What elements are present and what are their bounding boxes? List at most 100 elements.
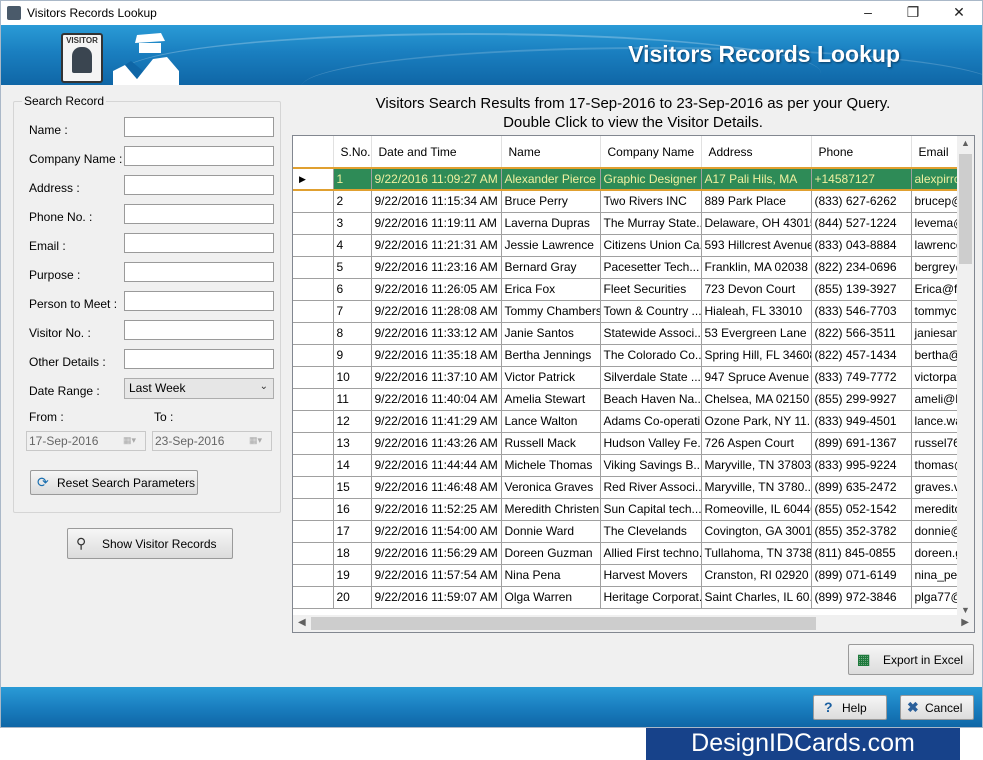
table-cell: 3 bbox=[333, 212, 372, 235]
row-header[interactable] bbox=[293, 300, 334, 323]
table-cell: Bertha Jennings bbox=[501, 344, 601, 367]
table-row[interactable]: 13 9/22/2016 11:43:26 AM Russell Mack Hudso… bbox=[293, 432, 974, 455]
export-excel-button[interactable]: ▦ Export in Excel bbox=[848, 644, 974, 675]
row-header[interactable] bbox=[293, 542, 334, 565]
table-row[interactable]: 8 9/22/2016 11:33:12 AM Janie Santos Statew… bbox=[293, 322, 974, 345]
table-cell: Town & Country ... bbox=[600, 300, 702, 323]
horizontal-scroll-thumb[interactable] bbox=[311, 617, 816, 630]
visitor-results-grid[interactable]: S.No. Date and Time Name Company Name Ad… bbox=[292, 135, 975, 633]
table-row[interactable]: 19 9/22/2016 11:57:54 AM Nina Pena Harvest … bbox=[293, 564, 974, 587]
row-header[interactable] bbox=[293, 454, 334, 477]
excel-icon: ▦ bbox=[857, 651, 871, 667]
table-row[interactable]: 20 9/22/2016 11:59:07 AM Olga Warren Herita… bbox=[293, 586, 974, 609]
reset-search-label: Reset Search Parameters bbox=[57, 476, 196, 490]
row-header[interactable] bbox=[293, 498, 334, 521]
row-header[interactable] bbox=[293, 366, 334, 389]
table-row[interactable]: 2 9/22/2016 11:15:34 AM Bruce Perry Two Riv… bbox=[293, 190, 974, 213]
to-date-picker[interactable]: 23-Sep-2016 ▦▾ bbox=[152, 431, 272, 451]
row-header[interactable] bbox=[293, 388, 334, 411]
minimize-button[interactable]: – bbox=[846, 3, 890, 23]
row-header[interactable] bbox=[293, 586, 334, 609]
table-cell: Chelsea, MA 02150 bbox=[701, 388, 812, 411]
vertical-scroll-thumb[interactable] bbox=[959, 154, 972, 264]
table-row[interactable]: 17 9/22/2016 11:54:00 AM Donnie Ward The Cl… bbox=[293, 520, 974, 543]
table-cell: 9/22/2016 11:15:34 AM bbox=[371, 190, 502, 213]
table-cell: Fleet Securities bbox=[600, 278, 702, 301]
table-cell: 9/22/2016 11:33:12 AM bbox=[371, 322, 502, 345]
close-window-button[interactable]: ✕ bbox=[937, 3, 981, 23]
table-cell: 9 bbox=[333, 344, 372, 367]
table-row[interactable]: 16 9/22/2016 11:52:25 AM Meredith Christen… bbox=[293, 498, 974, 521]
row-header[interactable] bbox=[293, 410, 334, 433]
purpose-input[interactable] bbox=[124, 262, 274, 282]
person-to-meet-input[interactable] bbox=[124, 291, 274, 311]
row-header[interactable] bbox=[293, 256, 334, 279]
scroll-right-icon[interactable]: ▶ bbox=[961, 617, 969, 628]
name-input[interactable] bbox=[124, 117, 274, 137]
table-row[interactable]: 15 9/22/2016 11:46:48 AM Veronica Graves Re… bbox=[293, 476, 974, 499]
maximize-button[interactable]: ❐ bbox=[891, 3, 935, 23]
scroll-down-icon[interactable]: ▼ bbox=[961, 605, 970, 615]
row-header-corner bbox=[293, 136, 334, 169]
table-cell: Janie Santos bbox=[501, 322, 601, 345]
column-header-date-time[interactable]: Date and Time bbox=[371, 136, 502, 169]
horizontal-scrollbar[interactable]: ◀ ▶ bbox=[293, 615, 974, 632]
table-cell: Harvest Movers bbox=[600, 564, 702, 587]
address-input[interactable] bbox=[124, 175, 274, 195]
window-title: Visitors Records Lookup bbox=[27, 6, 157, 20]
column-header-company-name[interactable]: Company Name bbox=[600, 136, 702, 169]
date-range-select[interactable]: Last Week ⌄ bbox=[124, 378, 274, 399]
table-row[interactable]: 7 9/22/2016 11:28:08 AM Tommy Chambers Town… bbox=[293, 300, 974, 323]
column-header-address[interactable]: Address bbox=[701, 136, 812, 169]
help-button[interactable]: ? Help bbox=[813, 695, 887, 720]
column-header-name[interactable]: Name bbox=[501, 136, 601, 169]
row-header[interactable] bbox=[293, 520, 334, 543]
scroll-up-icon[interactable]: ▲ bbox=[961, 138, 970, 148]
visitor-no-input[interactable] bbox=[124, 320, 274, 340]
scroll-left-icon[interactable]: ◀ bbox=[298, 617, 306, 628]
to-date-value: 23-Sep-2016 bbox=[155, 434, 225, 448]
table-row[interactable]: 6 9/22/2016 11:26:05 AM Erica Fox Fleet Sec… bbox=[293, 278, 974, 301]
address-label: Address : bbox=[29, 181, 80, 195]
row-header[interactable] bbox=[293, 322, 334, 345]
table-row[interactable]: ▶ 1 9/22/2016 11:09:27 AM Alexander Pierce G… bbox=[293, 167, 974, 191]
table-row[interactable]: 9 9/22/2016 11:35:18 AM Bertha Jennings The… bbox=[293, 344, 974, 367]
table-cell: 18 bbox=[333, 542, 372, 565]
table-cell: Olga Warren bbox=[501, 586, 601, 609]
row-header[interactable] bbox=[293, 234, 334, 257]
company-name-input[interactable] bbox=[124, 146, 274, 166]
table-cell: 9/22/2016 11:46:48 AM bbox=[371, 476, 502, 499]
row-header[interactable] bbox=[293, 344, 334, 367]
show-visitor-records-button[interactable]: ⚲ Show Visitor Records bbox=[67, 528, 233, 559]
table-cell: 17 bbox=[333, 520, 372, 543]
cancel-button[interactable]: ✖ Cancel bbox=[900, 695, 974, 720]
other-details-input[interactable] bbox=[124, 349, 274, 369]
table-row[interactable]: 5 9/22/2016 11:23:16 AM Bernard Gray Pacese… bbox=[293, 256, 974, 279]
table-row[interactable]: 14 9/22/2016 11:44:44 AM Michele Thomas Vik… bbox=[293, 454, 974, 477]
column-header-sno[interactable]: S.No. bbox=[333, 136, 372, 169]
table-row[interactable]: 4 9/22/2016 11:21:31 AM Jessie Lawrence Cit… bbox=[293, 234, 974, 257]
table-row[interactable]: 3 9/22/2016 11:19:11 AM Laverna Dupras The … bbox=[293, 212, 974, 235]
column-header-phone[interactable]: Phone bbox=[811, 136, 912, 169]
table-row[interactable]: 10 9/22/2016 11:37:10 AM Victor Patrick Sil… bbox=[293, 366, 974, 389]
row-header[interactable] bbox=[293, 278, 334, 301]
row-header[interactable]: ▶ bbox=[293, 167, 334, 191]
table-cell: 1 bbox=[333, 167, 372, 191]
table-row[interactable]: 11 9/22/2016 11:40:04 AM Amelia Stewart Bea… bbox=[293, 388, 974, 411]
from-date-picker[interactable]: 17-Sep-2016 ▦▾ bbox=[26, 431, 146, 451]
reset-search-button[interactable]: ⟳ Reset Search Parameters bbox=[30, 470, 198, 495]
table-row[interactable]: 18 9/22/2016 11:56:29 AM Doreen Guzman Alli… bbox=[293, 542, 974, 565]
app-icon bbox=[7, 6, 21, 20]
row-header[interactable] bbox=[293, 432, 334, 455]
row-header[interactable] bbox=[293, 564, 334, 587]
row-header[interactable] bbox=[293, 212, 334, 235]
table-cell: 889 Park Place bbox=[701, 190, 812, 213]
email-input[interactable] bbox=[124, 233, 274, 253]
phone-input[interactable] bbox=[124, 204, 274, 224]
vertical-scrollbar[interactable]: ▲ ▼ bbox=[957, 136, 974, 617]
table-row[interactable]: 12 9/22/2016 11:41:29 AM Lance Walton Adams… bbox=[293, 410, 974, 433]
row-header[interactable] bbox=[293, 190, 334, 213]
table-cell: Tullahoma, TN 37388 bbox=[701, 542, 812, 565]
table-cell: 9/22/2016 11:21:31 AM bbox=[371, 234, 502, 257]
row-header[interactable] bbox=[293, 476, 334, 499]
